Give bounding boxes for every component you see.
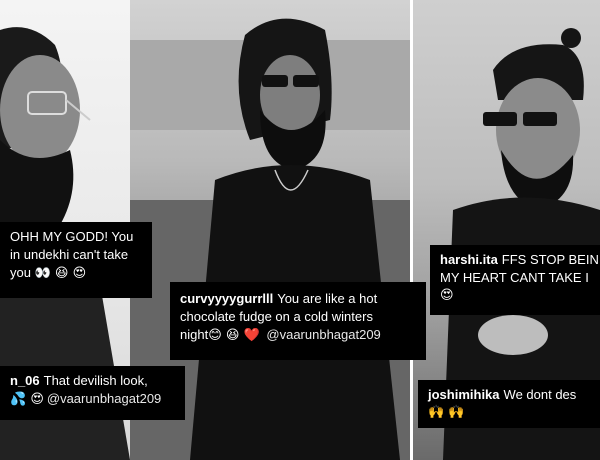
comment-3-mention[interactable]: @vaarunbhagat209 (266, 327, 380, 342)
comment-1-emojis: 👀 😆 😍 (34, 266, 87, 281)
comment-3-line-3: night (180, 327, 209, 342)
comment-4-line-2: MY HEART CANT TAKE I (440, 270, 589, 285)
comment-1-line-2: in undekhi can't take (10, 247, 129, 262)
comment-5-line-1: We dont des (503, 387, 577, 402)
comment-3-line-2: chocolate fudge on a cold winters (180, 309, 373, 324)
comment-2-emojis: 💦 😍 (10, 392, 44, 407)
comment-5-username[interactable]: joshimihika (428, 387, 500, 402)
comment-2: n_06 That devilish look, 💦 😍 @vaarunbhagat… (0, 366, 185, 420)
comment-5: joshimihika We dont des 🙌 🙌 (418, 380, 600, 428)
comment-1: OHH MY GODD! You in undekhi can't take y… (0, 222, 152, 298)
comment-1-line-3: you (10, 265, 31, 280)
comment-4-emojis: 😍 (440, 288, 454, 303)
comment-1-line-1: OHH MY GODD! You (10, 229, 134, 244)
comment-4: harshi.ita FFS STOP BEIN MY HEART CANT TA… (430, 245, 600, 315)
comment-4-username[interactable]: harshi.ita (440, 252, 498, 267)
comment-3-username[interactable]: curvyyyygurrlll (180, 291, 273, 306)
comment-3: curvyyyygurrlll You are like a hot chocol… (170, 282, 426, 360)
comment-3-emojis: 😊 😆 ❤️ (208, 328, 260, 343)
comment-3-line-1: You are like a hot (277, 291, 378, 306)
comment-2-username[interactable]: n_06 (10, 373, 40, 388)
comment-2-mention[interactable]: @vaarunbhagat209 (47, 391, 161, 406)
comment-2-line-1: That devilish look, (43, 373, 148, 388)
comment-5-emojis: 🙌 🙌 (428, 405, 465, 420)
comment-4-line-1: FFS STOP BEIN (501, 252, 599, 267)
